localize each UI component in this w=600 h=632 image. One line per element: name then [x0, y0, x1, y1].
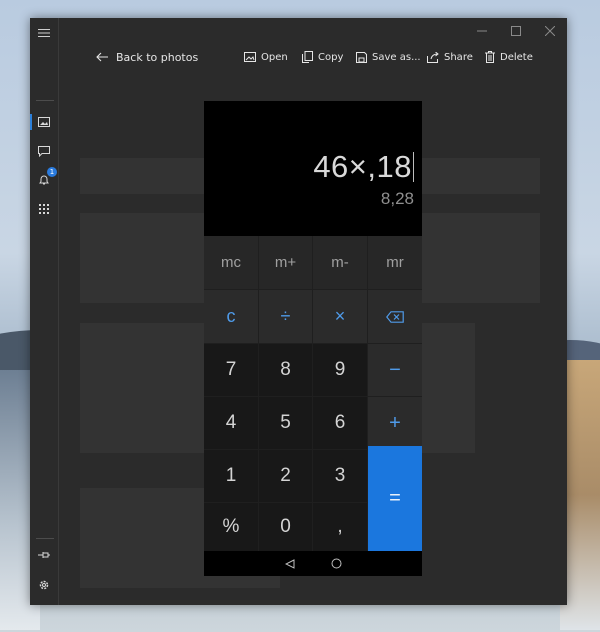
android-nav-bar [204, 551, 422, 576]
gear-icon [39, 580, 49, 590]
key-0[interactable]: 0 [259, 503, 312, 551]
share-label: Share [444, 51, 473, 63]
key-clear[interactable]: c [204, 290, 258, 343]
command-bar: Back to photos Open Copy Save as... Shar… [58, 44, 567, 70]
save-as-label: Save as... [372, 51, 421, 63]
expression-text: 46×,18 [313, 149, 414, 185]
back-arrow-icon [96, 52, 108, 62]
sidebar: 1 [30, 18, 59, 605]
copy-label: Copy [318, 51, 344, 63]
maximize-button[interactable] [499, 18, 533, 44]
sidebar-pin-button[interactable] [30, 544, 58, 566]
sidebar-item-notifications[interactable]: 1 [30, 167, 58, 191]
triangle-back-icon [284, 559, 294, 569]
nav-back-button[interactable] [284, 554, 295, 573]
notification-badge: 1 [47, 167, 57, 177]
minimize-button[interactable] [465, 18, 499, 44]
sidebar-item-photo[interactable] [30, 111, 58, 133]
key-backspace[interactable] [368, 290, 422, 343]
key-5[interactable]: 5 [259, 397, 312, 449]
back-to-photos-button[interactable]: Back to photos [96, 44, 198, 70]
delete-icon [485, 51, 495, 63]
text-cursor [413, 152, 414, 182]
sidebar-item-apps[interactable] [30, 198, 58, 220]
backspace-icon [386, 310, 404, 323]
key-3[interactable]: 3 [313, 450, 367, 502]
key-plus[interactable]: + [368, 397, 422, 449]
key-divide[interactable]: ÷ [259, 290, 312, 343]
key-6[interactable]: 6 [313, 397, 367, 449]
calculator-keypad: mc m+ m- mr c ÷ × 7 8 9 4 5 6 1 2 3 % 0 … [204, 236, 422, 551]
chat-icon [38, 145, 50, 157]
hamburger-menu-button[interactable] [30, 22, 58, 44]
close-icon [545, 26, 555, 36]
key-mr[interactable]: mr [368, 236, 422, 289]
back-label: Back to photos [116, 50, 199, 64]
key-9[interactable]: 9 [313, 344, 367, 396]
key-multiply[interactable]: × [313, 290, 367, 343]
delete-button[interactable]: Delete [485, 44, 533, 70]
key-2[interactable]: 2 [259, 450, 312, 502]
photo-icon [38, 117, 50, 127]
maximize-icon [511, 26, 521, 36]
key-decimal-comma[interactable]: , [313, 503, 367, 551]
close-button[interactable] [533, 18, 567, 44]
sidebar-settings-button[interactable] [30, 574, 58, 596]
save-icon [356, 51, 367, 63]
open-button[interactable]: Open [244, 44, 288, 70]
copy-icon [302, 51, 313, 63]
key-1[interactable]: 1 [204, 450, 258, 502]
minimize-icon [477, 30, 487, 32]
window-controls [465, 18, 567, 44]
key-percent[interactable]: % [204, 503, 258, 551]
key-minus[interactable]: − [368, 344, 422, 396]
share-icon [427, 51, 439, 63]
nav-home-button[interactable] [331, 554, 342, 573]
key-8[interactable]: 8 [259, 344, 312, 396]
key-7[interactable]: 7 [204, 344, 258, 396]
circle-home-icon [331, 558, 341, 569]
share-button[interactable]: Share [427, 44, 473, 70]
key-m-minus[interactable]: m- [313, 236, 367, 289]
pin-icon [38, 552, 50, 558]
save-as-button[interactable]: Save as... [356, 44, 421, 70]
calculator-display: 46×,18 8,28 [204, 101, 422, 236]
key-mc[interactable]: mc [204, 236, 258, 289]
hamburger-icon [38, 29, 50, 37]
sidebar-divider [36, 100, 54, 101]
delete-label: Delete [500, 51, 533, 63]
apps-grid-icon [39, 204, 49, 214]
sidebar-divider-bottom [36, 538, 54, 539]
key-m-plus[interactable]: m+ [259, 236, 312, 289]
key-4[interactable]: 4 [204, 397, 258, 449]
image-open-icon [244, 51, 256, 62]
result-preview: 8,28 [380, 189, 414, 208]
key-equals[interactable]: = [368, 446, 422, 551]
open-label: Open [261, 51, 288, 63]
expression-value: 46×,18 [313, 149, 412, 184]
copy-button[interactable]: Copy [302, 44, 343, 70]
calculator-screenshot: 46×,18 8,28 mc m+ m- mr c ÷ × 7 8 9 4 5 … [204, 101, 422, 576]
sidebar-item-chat[interactable] [30, 140, 58, 162]
